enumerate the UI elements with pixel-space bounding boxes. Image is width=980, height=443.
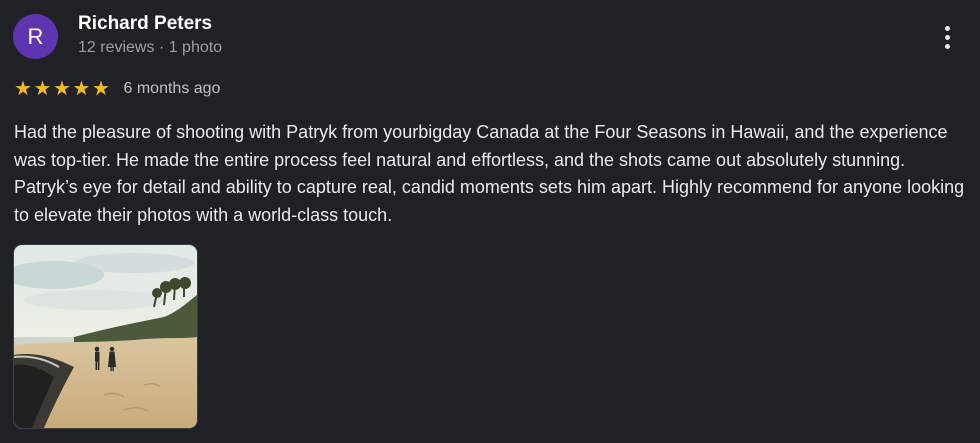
beach-photo-thumbnail — [14, 245, 197, 428]
more-options-button[interactable] — [932, 22, 962, 52]
more-vert-icon — [944, 43, 950, 49]
star-icon: ★ — [53, 78, 71, 100]
reviewer-meta: 12 reviews · 1 photo — [78, 39, 223, 56]
avatar[interactable]: R — [13, 14, 58, 59]
review-text: Had the pleasure of shooting with Patryk… — [14, 122, 965, 225]
star-icon: ★ — [72, 78, 91, 100]
avatar-letter: R — [27, 24, 44, 49]
star-icon: ★ — [92, 78, 110, 100]
review-photo[interactable] — [13, 244, 198, 429]
review-card: R Richard Peters 12 reviews · 1 photo ★ … — [0, 0, 980, 443]
more-vert-icon — [944, 25, 950, 31]
star-rating: ★ ★ ★ ★ ★ — [13, 79, 111, 99]
star-icon: ★ — [14, 78, 32, 100]
star-icon: ★ — [33, 78, 52, 100]
review-date: 6 months ago — [123, 80, 221, 97]
reviewer-name[interactable]: Richard Peters — [78, 13, 212, 35]
rating-row: ★ ★ ★ ★ ★ 6 months ago — [13, 78, 220, 100]
more-vert-icon — [944, 34, 950, 40]
